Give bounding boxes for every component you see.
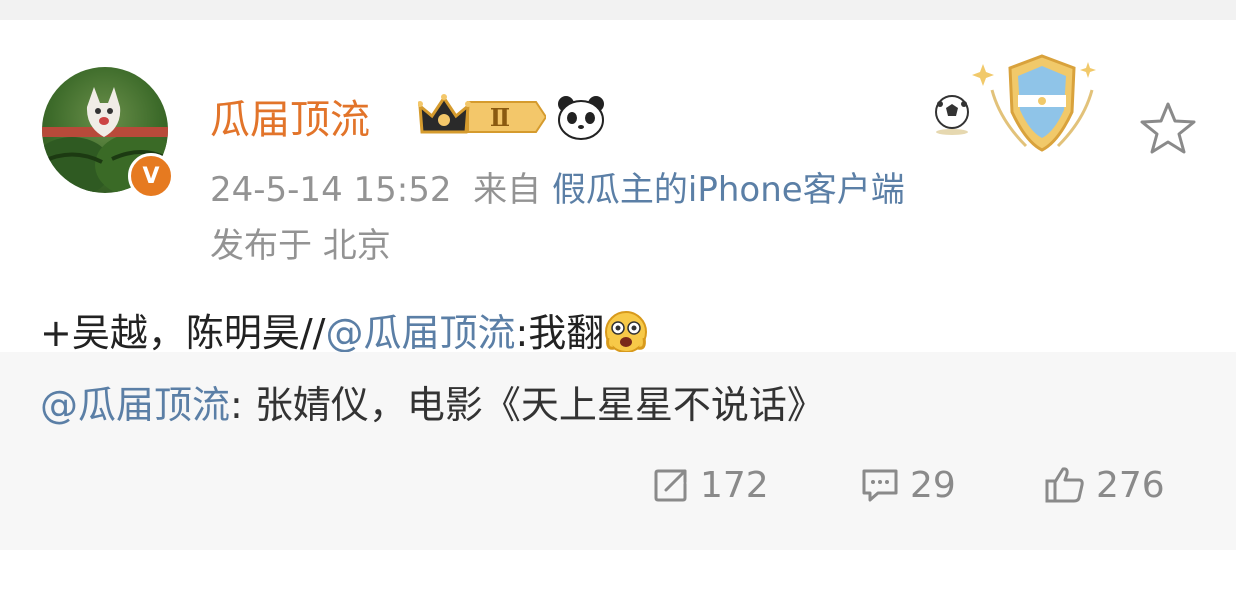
post-content: +吴越，陈明昊//@瓜届顶流:我翻: [40, 308, 648, 358]
argentina-shield-icon: [1008, 54, 1076, 152]
comment-icon: [862, 469, 898, 502]
avatar[interactable]: V: [42, 67, 174, 199]
post-location: 发布于 北京: [210, 226, 391, 266]
crown-badge-icon[interactable]: Ⅱ: [417, 94, 548, 140]
post-meta: 24-5-14 15:52 来自 假瓜主的iPhone客户端: [210, 168, 905, 212]
like-count: 276: [1096, 464, 1165, 506]
repost-button[interactable]: 172: [652, 460, 769, 510]
content-suffix: :我翻: [515, 311, 605, 355]
panda-icon[interactable]: [556, 94, 606, 140]
badge-level-label: Ⅱ: [490, 103, 510, 132]
reposted-text: @瓜届顶流: 张婧仪，电影《天上星星不说话》: [40, 380, 825, 430]
content-prefix: +吴越，陈明昊//: [40, 311, 326, 355]
comment-count: 29: [910, 464, 956, 506]
like-button[interactable]: 276: [1044, 460, 1165, 510]
reposted-content-box[interactable]: @瓜届顶流: 张婧仪，电影《天上星星不说话》 172 29 276: [0, 352, 1236, 550]
repost-body: : 张婧仪，电影《天上星星不说话》: [230, 383, 825, 427]
repost-icon: [654, 469, 687, 502]
weibo-post-card: V 瓜届顶流 Ⅱ 24-5-14 15:52 来自 假瓜主的iPhone客户端 …: [0, 20, 1236, 601]
author-name[interactable]: 瓜届顶流: [210, 94, 370, 146]
comment-button[interactable]: 29: [860, 460, 956, 510]
star-icon: [1140, 102, 1196, 154]
shock-emoji-icon: [604, 310, 648, 354]
content-mention-link[interactable]: @瓜届顶流: [325, 311, 515, 355]
repost-count: 172: [700, 464, 769, 506]
like-icon: [1045, 467, 1084, 503]
top-divider-strip: [0, 0, 1236, 20]
decoration-badge: [930, 50, 1110, 160]
soccer-ball-icon: [935, 95, 969, 129]
post-source-link[interactable]: 假瓜主的iPhone客户端: [552, 170, 905, 210]
from-label: 来自: [473, 170, 542, 210]
favorite-star-button[interactable]: [1138, 100, 1198, 156]
verified-badge: V: [128, 153, 174, 199]
repost-mention-link[interactable]: @瓜届顶流: [40, 383, 230, 427]
post-timestamp: 24-5-14 15:52: [210, 170, 452, 210]
